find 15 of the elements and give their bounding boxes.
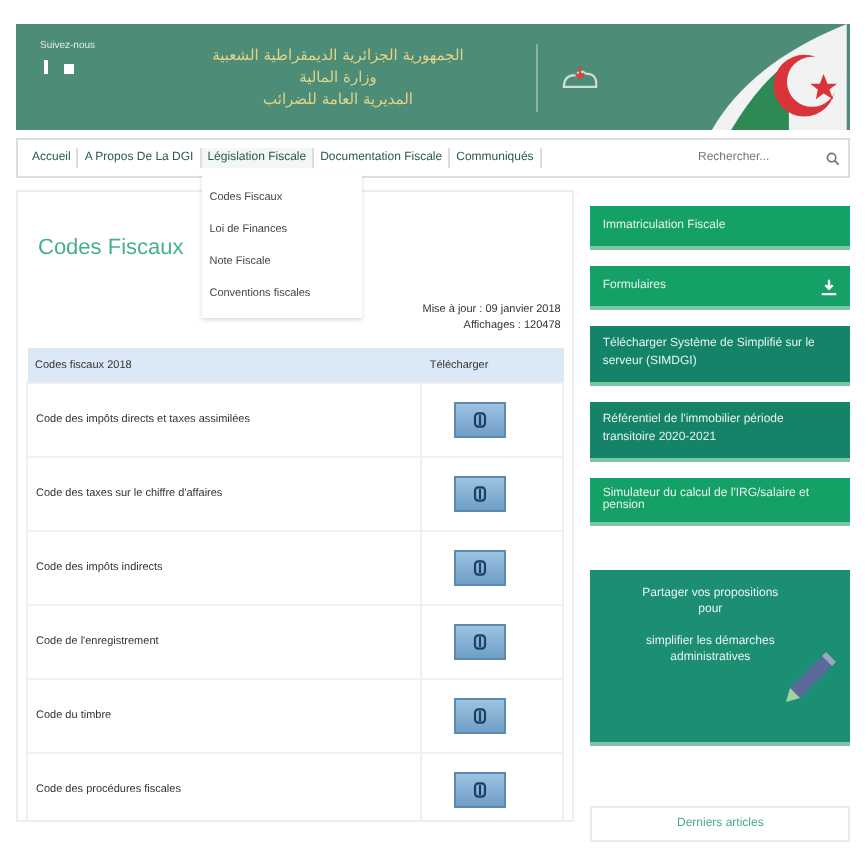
download-icon bbox=[820, 277, 838, 295]
download-button[interactable] bbox=[454, 624, 507, 660]
page-title: Codes Fiscaux bbox=[38, 236, 184, 260]
download-button[interactable] bbox=[454, 402, 507, 438]
download-icon bbox=[470, 484, 491, 504]
download-button[interactable] bbox=[454, 698, 507, 734]
download-icon bbox=[470, 706, 491, 726]
download-button[interactable] bbox=[454, 772, 507, 808]
download-button[interactable] bbox=[454, 476, 507, 512]
search-icon[interactable] bbox=[826, 151, 840, 165]
download-button[interactable] bbox=[454, 550, 507, 586]
download-icon bbox=[470, 410, 491, 430]
download-icon bbox=[470, 558, 491, 578]
download-icon bbox=[470, 632, 491, 652]
download-icon bbox=[470, 780, 491, 800]
